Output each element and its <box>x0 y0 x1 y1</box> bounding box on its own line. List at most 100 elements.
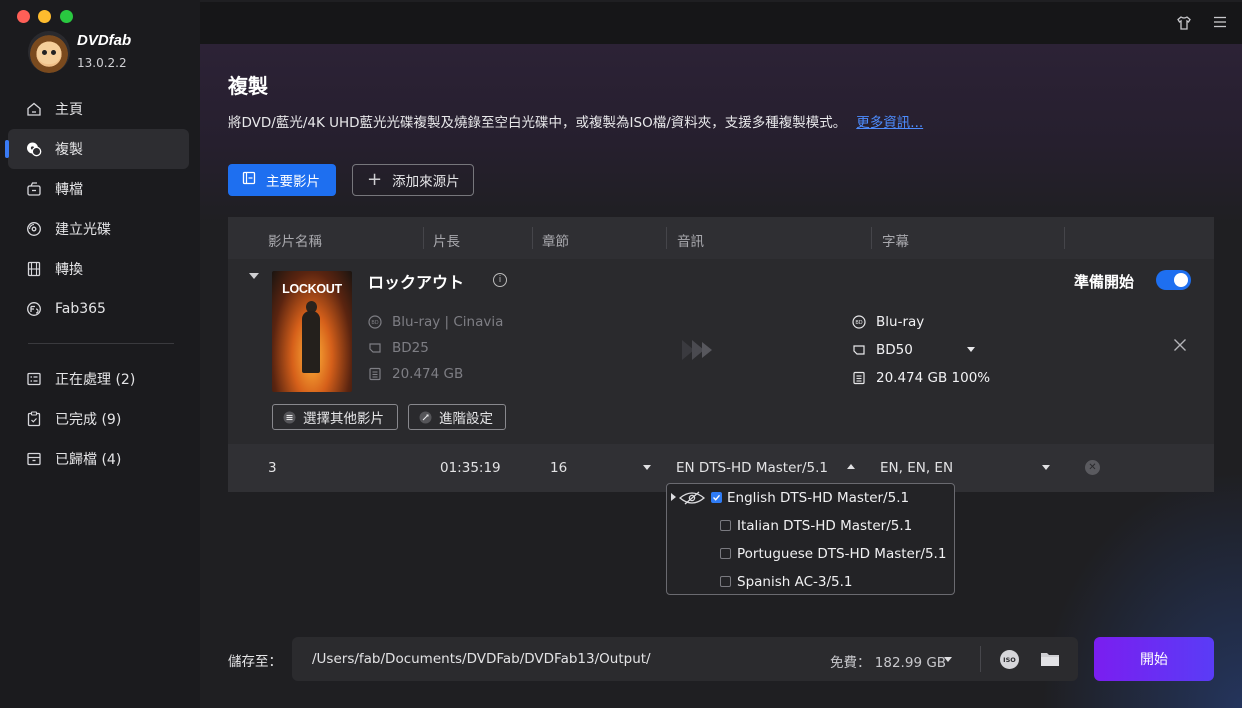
audio-option-label: Spanish AC-3/5.1 <box>737 574 853 590</box>
column-header-duration: 片長 <box>433 234 460 250</box>
close-window-button[interactable] <box>17 10 30 23</box>
create-disc-icon <box>26 221 42 237</box>
table-header: 影片名稱 片長 章節 音訊 字幕 <box>228 217 1214 259</box>
sidebar-item-archived[interactable]: 已歸檔 (4) <box>8 439 189 479</box>
audio-option-label: English DTS-HD Master/5.1 <box>727 490 910 506</box>
checkbox[interactable] <box>720 548 731 559</box>
fab365-icon <box>26 301 42 317</box>
output-size-text: 20.474 GB 100% <box>876 370 991 386</box>
more-info-link[interactable]: 更多資訊... <box>856 115 923 131</box>
app-version: 13.0.2.2 <box>77 56 127 70</box>
output-disc-text: BD50 <box>876 342 913 358</box>
folder-icon[interactable] <box>1040 650 1060 668</box>
sidebar-item-completed[interactable]: 已完成 (9) <box>8 399 189 439</box>
zoom-window-button[interactable] <box>60 10 73 23</box>
movie-title: ロックアウト <box>368 273 465 292</box>
audio-option[interactable]: English DTS-HD Master/5.1 <box>667 484 954 512</box>
sidebar-item-label: 主頁 <box>55 102 83 118</box>
minimize-window-button[interactable] <box>38 10 51 23</box>
tshirt-skin-icon[interactable] <box>1176 15 1192 35</box>
disc-size-icon <box>368 341 382 355</box>
start-button[interactable]: 開始 <box>1094 637 1214 681</box>
sidebar-item-home[interactable]: 主頁 <box>8 89 189 129</box>
ready-toggle[interactable] <box>1156 270 1191 290</box>
file-size-icon <box>852 371 866 385</box>
chevron-down-icon[interactable] <box>1042 465 1050 470</box>
audio-option[interactable]: Portuguese DTS-HD Master/5.1 <box>667 540 954 568</box>
sidebar-item-create-disc[interactable]: 建立光碟 <box>8 209 189 249</box>
chapters-select[interactable]: 16 <box>550 460 567 476</box>
sidebar-item-label: 已歸檔 (4) <box>55 452 122 468</box>
eye-hidden-icon[interactable] <box>679 491 705 505</box>
iso-icon[interactable]: ISO <box>1000 650 1019 669</box>
checkbox[interactable] <box>711 492 722 503</box>
collapse-toggle[interactable] <box>249 273 259 279</box>
column-header-audio: 音訊 <box>677 234 704 250</box>
completed-icon <box>26 411 42 427</box>
page-title: 複製 <box>228 74 268 98</box>
column-header-chapters: 章節 <box>542 234 569 250</box>
svg-text:BD: BD <box>855 320 862 326</box>
main-movie-icon <box>242 171 256 189</box>
checkbox[interactable] <box>720 520 731 531</box>
info-icon[interactable]: i <box>493 273 507 287</box>
dvdfab-logo-icon <box>28 31 70 73</box>
source-format: BD Blu-ray | Cinavia <box>368 314 503 330</box>
sidebar-item-transform[interactable]: 轉換 <box>8 249 189 289</box>
menu-icon[interactable] <box>1213 15 1227 33</box>
expand-icon[interactable] <box>671 493 676 501</box>
plus-icon: + <box>367 169 383 190</box>
ready-to-start-label: 準備開始 <box>1074 273 1135 291</box>
source-disc: BD25 <box>368 340 429 356</box>
sidebar-item-processing[interactable]: 正在處理 (2) <box>8 359 189 399</box>
sidebar-item-convert[interactable]: 轉檔 <box>8 169 189 209</box>
convert-icon <box>26 181 42 197</box>
chevron-up-icon[interactable] <box>847 464 855 469</box>
chevron-down-icon[interactable] <box>944 657 952 662</box>
checkbox[interactable] <box>720 576 731 587</box>
add-source-button[interactable]: + 添加來源片 <box>352 164 474 196</box>
source-size: 20.474 GB <box>368 366 463 382</box>
output-format: BD Blu-ray <box>852 314 924 330</box>
processing-icon <box>26 371 42 387</box>
title-bar <box>200 2 1242 44</box>
duration: 01:35:19 <box>440 460 501 476</box>
source-size-text: 20.474 GB <box>392 366 464 382</box>
main-movie-button[interactable]: 主要影片 <box>228 164 336 196</box>
film-icon <box>26 261 42 277</box>
page-description-text: 將DVD/藍光/4K UHD藍光光碟複製及燒錄至空白光碟中，或複製為ISO檔/資… <box>228 115 847 131</box>
file-size-icon <box>368 367 382 381</box>
remove-track-icon[interactable]: ✕ <box>1085 460 1100 475</box>
audio-option[interactable]: Italian DTS-HD Master/5.1 <box>667 512 954 540</box>
sidebar-item-label: 已完成 (9) <box>55 412 122 428</box>
close-icon[interactable] <box>1172 337 1188 353</box>
title-number: 3 <box>268 460 277 476</box>
poster-title: LOCKOUT <box>282 282 342 296</box>
chevron-down-icon[interactable] <box>643 465 651 470</box>
sidebar-item-fab365[interactable]: Fab365 <box>8 289 189 329</box>
output-path[interactable]: /Users/fab/Documents/DVDFab/DVDFab13/Out… <box>312 651 651 667</box>
subtitles-select[interactable]: EN, EN, EN <box>880 460 953 476</box>
column-separator <box>871 227 872 249</box>
add-source-label: 添加來源片 <box>392 174 460 190</box>
sidebar-item-copy[interactable]: 複製 <box>5 129 189 169</box>
copy-disc-icon <box>26 141 42 157</box>
header-background <box>200 44 1242 224</box>
disc-size-icon <box>852 343 866 357</box>
output-disc-select[interactable]: BD50 <box>852 342 913 358</box>
advanced-settings-button[interactable]: 進階設定 <box>408 404 506 430</box>
chevron-down-icon[interactable] <box>967 347 975 352</box>
page-description: 將DVD/藍光/4K UHD藍光光碟複製及燒錄至空白光碟中，或複製為ISO檔/資… <box>228 111 923 131</box>
sidebar-item-label: Fab365 <box>55 301 106 317</box>
sidebar-item-label: 正在處理 (2) <box>55 372 136 388</box>
choose-other-title-button[interactable]: 選擇其他影片 <box>272 404 398 430</box>
output-format-text: Blu-ray <box>876 314 925 330</box>
source-format-text: Blu-ray | Cinavia <box>392 314 504 330</box>
audio-option[interactable]: Spanish AC-3/5.1 <box>667 568 954 596</box>
sidebar-item-label: 建立光碟 <box>55 222 111 238</box>
bluray-disc-icon: BD <box>852 315 866 329</box>
audio-dropdown-menu: English DTS-HD Master/5.1 Italian DTS-HD… <box>666 483 955 595</box>
audio-select[interactable]: EN DTS-HD Master/5.1 <box>676 460 828 476</box>
sidebar-divider <box>28 343 174 344</box>
audio-option-label: Italian DTS-HD Master/5.1 <box>737 518 913 534</box>
